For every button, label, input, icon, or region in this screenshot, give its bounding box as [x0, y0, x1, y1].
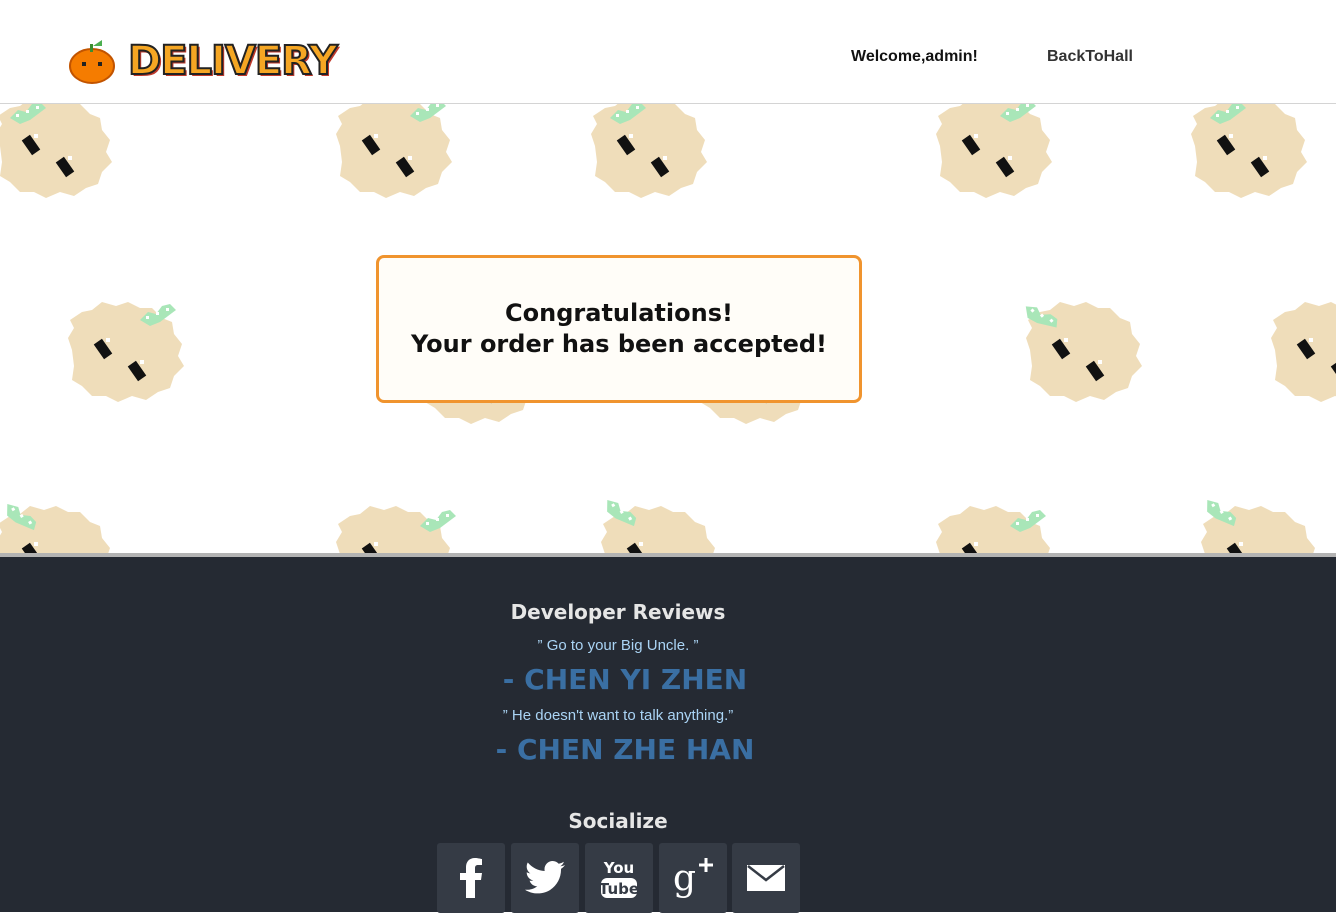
twitter-button[interactable]	[511, 843, 579, 913]
review-quote: ” Go to your Big Uncle. ”	[537, 637, 699, 654]
google-plus-icon: g	[673, 858, 713, 899]
facebook-icon	[460, 858, 482, 898]
facebook-button[interactable]	[437, 843, 505, 913]
footer: Developer Reviews ” Go to your Big Uncle…	[0, 553, 1336, 913]
logo-text: DELIVERY	[127, 37, 339, 85]
developer-reviews-title: Developer Reviews	[510, 600, 726, 624]
order-accepted-dialog: Congratulations! Your order has been acc…	[376, 255, 862, 403]
back-to-hall-link[interactable]: BackToHall	[1047, 48, 1133, 66]
welcome-text: Welcome,admin!	[851, 48, 978, 65]
review-quote: ” He doesn't want to talk anything.”	[502, 707, 734, 724]
delivery-logo[interactable]: DELIVERY	[68, 36, 339, 86]
socialize-title: Socialize	[568, 809, 668, 833]
order-accepted-text: Your order has been accepted!	[411, 330, 827, 358]
svg-text:You: You	[603, 859, 634, 877]
top-navbar: DELIVERY Welcome,admin! BackToHall	[0, 0, 1336, 104]
email-button[interactable]	[732, 843, 800, 913]
youtube-button[interactable]: You Tube	[585, 843, 653, 913]
review-author: - CHEN ZHE HAN	[495, 733, 755, 766]
youtube-icon: You Tube	[599, 859, 639, 898]
congratulations-heading: Congratulations!	[505, 299, 733, 327]
social-buttons: You Tube g	[437, 843, 807, 913]
google-plus-button[interactable]: g	[659, 843, 727, 913]
orange-logo-icon	[69, 40, 115, 84]
svg-text:Tube: Tube	[599, 880, 639, 898]
twitter-icon	[525, 861, 565, 894]
mail-icon	[747, 865, 785, 891]
review-author: - CHEN YI ZHEN	[502, 663, 748, 696]
svg-text:g: g	[673, 858, 696, 899]
